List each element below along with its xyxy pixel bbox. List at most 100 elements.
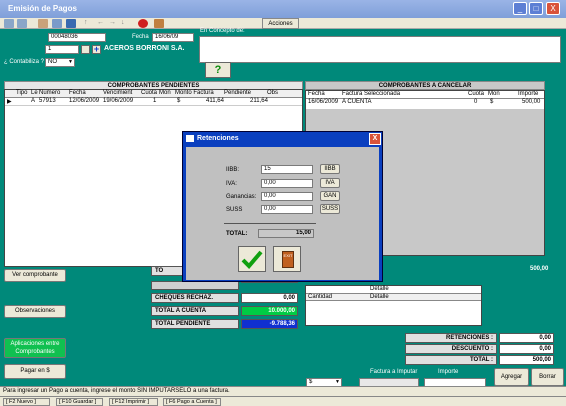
col-obs: Obs: [267, 90, 279, 96]
pagar-button[interactable]: Pagar en $: [4, 364, 66, 379]
observaciones-button[interactable]: Observaciones: [4, 305, 66, 318]
concepto-textarea[interactable]: [199, 36, 561, 63]
detalle-panel[interactable]: Detalle Cantidad Detalle: [305, 285, 482, 326]
col-importe: Importe: [518, 91, 539, 97]
descuento-label: DESCUENTO :: [405, 344, 497, 354]
arrow-right-icon[interactable]: →: [109, 19, 119, 28]
proveedor-code-field[interactable]: 1: [45, 45, 79, 54]
iva-field[interactable]: 0,00: [261, 179, 313, 188]
cell: A: [31, 98, 36, 104]
search-proveedor-icon[interactable]: [81, 45, 90, 54]
col-mon: Mon: [488, 91, 500, 97]
dialog-body: IIBB: 15 IIBB IVA: 0,00 IVA Ganancias: 0…: [186, 147, 379, 280]
help-icon[interactable]: ?: [205, 62, 231, 78]
borrar-button[interactable]: Borrar: [531, 368, 564, 386]
exit-button[interactable]: EXIT: [273, 246, 301, 272]
cancelar-title: COMPROBANTES A CANCELAR: [305, 81, 545, 90]
col-cuota: Cuota: [141, 90, 158, 96]
door-icon: EXIT: [282, 251, 294, 268]
ver-comprobante-button[interactable]: Ver comprobante: [4, 269, 66, 282]
fecha-field[interactable]: 16/06/09: [152, 33, 194, 42]
cancelar-total: 500,00: [530, 266, 549, 272]
f10-guardar-key[interactable]: [ F10 Guardar ]: [56, 398, 103, 406]
col-cuota: Cuota: [468, 91, 485, 97]
table-row[interactable]: ▶ A 57913 12/06/2009 19/06/2009 1 $ 411,…: [5, 98, 302, 106]
f6-pago-cuenta-key[interactable]: [ F6 Pago a Cuenta ]: [163, 398, 221, 406]
contabiliza-label: ¿ Contabiliza ?: [4, 59, 45, 65]
save-icon[interactable]: [66, 19, 76, 28]
numero-field[interactable]: 00048036: [48, 33, 106, 42]
acuenta-label: TOTAL A CUENTA: [151, 306, 239, 316]
arrow-left-icon[interactable]: ←: [97, 19, 107, 28]
cell: 16/06/2009: [308, 99, 339, 105]
suss-label: SUSS: [226, 207, 243, 213]
delete-icon[interactable]: [138, 19, 148, 28]
agregar-button[interactable]: Agregar: [494, 368, 529, 386]
col-monto: Monto Factura: [175, 90, 214, 96]
concepto-label: En Concepto de:: [200, 28, 245, 34]
suss-button[interactable]: SUSS: [320, 204, 340, 214]
retenciones-value: 0,00: [499, 333, 554, 343]
accept-button[interactable]: [238, 246, 266, 272]
iva-label: IVA:: [226, 181, 237, 187]
f12-imprimir-key[interactable]: [ F12 Imprimir ]: [109, 398, 158, 406]
col-tipo: Tipo: [16, 90, 28, 96]
gan-button[interactable]: GAN: [320, 191, 340, 201]
dialog-close-button[interactable]: X: [369, 133, 381, 145]
cell: 57913: [39, 98, 56, 104]
factura-label: Factura a Imputar: [370, 369, 418, 375]
retenciones-label: RETENCIONES :: [405, 333, 497, 343]
col-detalle: Detalle: [370, 294, 389, 300]
col-vencimiento: Vencimient: [103, 90, 133, 96]
cell: 19/06/2009: [103, 98, 134, 104]
acuenta-value: 10.000,00: [241, 306, 298, 316]
arrow-up-icon[interactable]: ↑: [84, 19, 94, 28]
search-icon[interactable]: [52, 19, 62, 28]
col-cantidad: Cantidad: [308, 294, 333, 300]
suss-field[interactable]: 0,00: [261, 205, 313, 214]
iibb-button[interactable]: IIBB: [320, 164, 340, 174]
importe-label: Importe: [438, 369, 459, 375]
pendientes-header-row: Tipo Le Numero Fecha Vencimient Cuota Mo…: [5, 90, 302, 98]
forward-icon[interactable]: [17, 19, 27, 28]
maximize-button[interactable]: □: [529, 2, 543, 15]
detalle-header-row: Cantidad Detalle: [306, 293, 481, 301]
close-button[interactable]: X: [546, 2, 560, 15]
total-retenciones-value: 15,00: [258, 229, 314, 238]
function-keys: [ F2 Nuevo ] [ F10 Guardar ] [ F12 Impri…: [0, 396, 566, 406]
back-icon[interactable]: [4, 19, 14, 28]
total-retenciones-label: TOTAL:: [226, 231, 248, 237]
contabiliza-select[interactable]: NO ▼: [45, 58, 75, 67]
divider: [224, 223, 316, 224]
minimize-button[interactable]: _: [513, 2, 527, 15]
col-factura: Factura Seleccionada: [342, 91, 401, 97]
cell: 12/06/2009: [69, 98, 100, 104]
iibb-field[interactable]: 15: [261, 165, 313, 174]
table-row[interactable]: 16/06/2009 A CUENTA 0 $ 500,00: [306, 99, 544, 107]
aplicaciones-label-1: Aplicaciones entre: [10, 341, 60, 347]
cell: 411,64: [206, 98, 224, 104]
window-title: Emisión de Pagos: [0, 0, 566, 18]
add-proveedor-icon[interactable]: +: [92, 45, 101, 54]
exit-icon[interactable]: [154, 19, 164, 28]
payment-window: Emisión de Pagos _ □ X ↑ ← → ↓ Acciones …: [0, 0, 566, 406]
ganancias-field[interactable]: 0,00: [261, 192, 313, 201]
detalle-header: Detalle: [370, 286, 389, 292]
acciones-button[interactable]: Acciones: [262, 18, 299, 29]
check-icon: [241, 250, 263, 269]
cheques-value: 0,00: [241, 293, 298, 303]
cell: $: [490, 99, 494, 105]
cell: 1: [153, 98, 157, 104]
cell: 211,64: [250, 98, 268, 104]
col-pendiente: Pendiente: [224, 90, 252, 96]
col-numero: Numero: [39, 90, 61, 96]
hand-icon[interactable]: [38, 19, 48, 28]
status-bar: Para ingresar un Pago a cuenta, ingrese …: [0, 386, 566, 396]
col-mon: Mon: [159, 90, 171, 96]
blank-label: [151, 281, 239, 290]
iva-button[interactable]: IVA: [320, 178, 340, 188]
arrow-down-icon[interactable]: ↓: [121, 19, 131, 28]
aplicaciones-button[interactable]: Aplicaciones entre Comprobantes: [4, 338, 66, 358]
f2-nuevo-key[interactable]: [ F2 Nuevo ]: [3, 398, 50, 406]
cancelar-grid: Fecha Factura Seleccionada Cuota Mon Imp…: [306, 91, 544, 109]
